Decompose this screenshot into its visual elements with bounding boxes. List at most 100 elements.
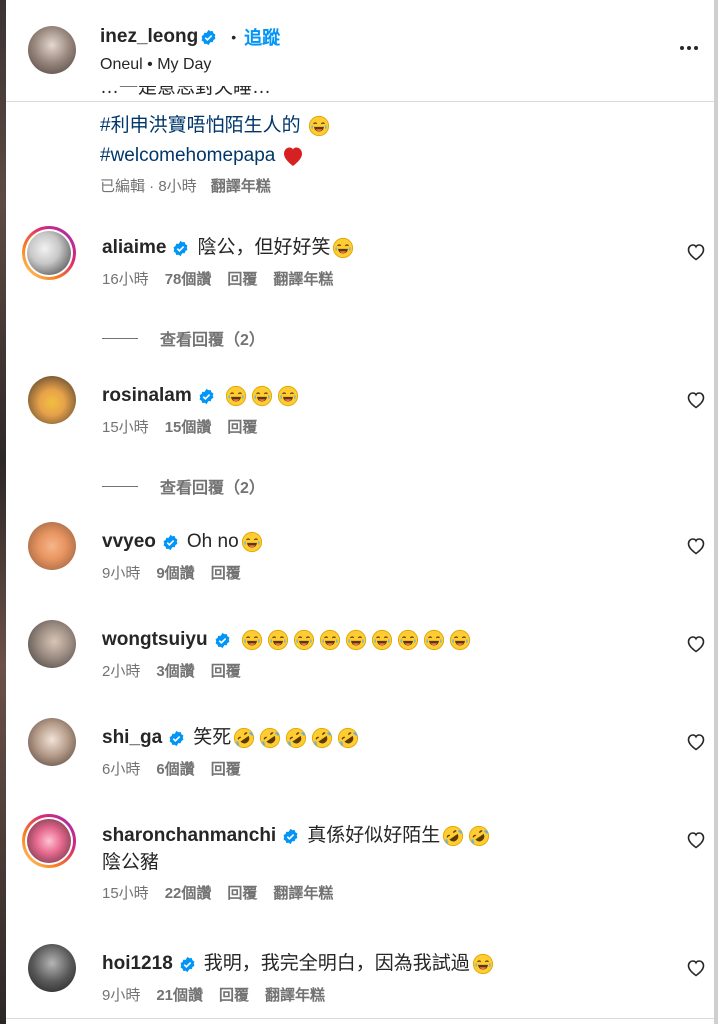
- comment-likes[interactable]: 78個讚: [165, 268, 212, 289]
- comment-meta: 2小時 3個讚 回覆: [102, 660, 662, 681]
- comment-meta: 16小時 78個讚 回覆 翻譯年糕: [102, 268, 662, 289]
- commenter-avatar[interactable]: [22, 226, 76, 280]
- rolling-laughing-emoji-icon: [286, 727, 307, 749]
- tears-of-joy-emoji-icon: [423, 629, 444, 651]
- rolling-laughing-emoji-icon: [469, 825, 490, 847]
- comment-text: 我明，我完全明白，因為我試過: [203, 953, 470, 974]
- verified-icon: [174, 240, 188, 256]
- tears-of-joy-emoji-icon: [267, 629, 288, 651]
- reply-button[interactable]: 回覆: [211, 660, 241, 681]
- comment-likes[interactable]: 21個讚: [156, 984, 203, 1005]
- post-author-avatar[interactable]: [28, 26, 76, 74]
- comment-time[interactable]: 9小時: [102, 984, 140, 1005]
- comment-likes[interactable]: 22個讚: [165, 882, 212, 903]
- translate-link[interactable]: 翻譯年糕: [273, 268, 333, 289]
- like-heart-icon[interactable]: [686, 830, 706, 850]
- verified-icon: [180, 956, 195, 972]
- tears-of-joy-emoji-icon: [251, 385, 272, 407]
- commenter-avatar[interactable]: [28, 944, 76, 992]
- like-heart-icon[interactable]: [686, 536, 706, 556]
- reply-button[interactable]: 回覆: [227, 882, 257, 903]
- commenter-avatar[interactable]: [28, 620, 76, 668]
- scrollbar-track[interactable]: [714, 0, 718, 1024]
- verified-icon: [199, 388, 214, 404]
- caption-hashtag-2[interactable]: #welcomehomepapa: [100, 141, 660, 171]
- like-heart-icon[interactable]: [686, 634, 706, 654]
- comment-text: 笑死: [193, 727, 232, 748]
- comment-likes[interactable]: 15個讚: [165, 416, 212, 437]
- comment-username[interactable]: wongtsuiyu: [102, 626, 208, 654]
- comment-meta: 9小時 9個讚 回覆: [102, 562, 662, 583]
- comment-time[interactable]: 15小時: [102, 416, 149, 437]
- tears-of-joy-emoji-icon: [449, 629, 470, 651]
- tears-of-joy-emoji-icon: [241, 629, 262, 651]
- verified-icon: [169, 730, 184, 746]
- comment-likes[interactable]: 3個讚: [156, 660, 194, 681]
- comment-time[interactable]: 6小時: [102, 758, 140, 779]
- reply-button[interactable]: 回覆: [227, 416, 257, 437]
- comment-username[interactable]: shi_ga: [102, 724, 162, 752]
- verified-icon: [283, 828, 298, 844]
- reply-button[interactable]: 回覆: [219, 984, 249, 1005]
- caption-hashtag-1[interactable]: #利申洪寶唔怕陌生人的: [100, 111, 660, 141]
- comment-time[interactable]: 2小時: [102, 660, 140, 681]
- comment-time[interactable]: 16小時: [102, 268, 149, 289]
- view-replies-button[interactable]: 查看回覆（2）: [102, 326, 265, 350]
- separator-dot: •: [231, 29, 237, 45]
- view-replies-button[interactable]: 查看回覆（2）: [102, 474, 265, 498]
- comment-username[interactable]: aliaime: [102, 234, 166, 262]
- commenter-avatar[interactable]: [22, 814, 76, 868]
- comment-username[interactable]: sharonchanmanchi: [102, 822, 276, 850]
- like-heart-icon[interactable]: [686, 732, 706, 752]
- commenter-avatar[interactable]: [28, 522, 76, 570]
- comment-text: 真係好似好陌生: [307, 825, 441, 846]
- comment-text-line2: 陰公豬: [102, 852, 160, 873]
- tears-of-joy-emoji-icon: [241, 531, 262, 553]
- translate-link[interactable]: 翻譯年糕: [273, 882, 333, 903]
- tears-of-joy-emoji-icon: [345, 629, 366, 651]
- rolling-laughing-emoji-icon: [260, 727, 281, 749]
- comment-time[interactable]: 15小時: [102, 882, 149, 903]
- caption: #利申洪寶唔怕陌生人的 #welcomehomepapa 已編輯 · 8小時 翻…: [100, 103, 660, 196]
- post-author-username[interactable]: inez_leong: [100, 26, 198, 48]
- comment-username[interactable]: hoi1218: [102, 950, 173, 978]
- header-name-row: inez_leong • 追蹤: [100, 24, 280, 50]
- reply-button[interactable]: 回覆: [227, 268, 257, 289]
- follow-button[interactable]: 追蹤: [244, 24, 280, 50]
- verified-icon: [201, 29, 216, 45]
- replies-divider: [102, 485, 138, 487]
- caption-cut-line: …一是意思對天睡…: [100, 86, 272, 98]
- comment-text: 陰公，但好好笑: [197, 237, 331, 258]
- rolling-laughing-emoji-icon: [338, 727, 359, 749]
- commenter-avatar[interactable]: [28, 718, 76, 766]
- commenter-avatar[interactable]: [28, 376, 76, 424]
- view-replies-label: 查看回覆（2）: [160, 332, 265, 349]
- comment-meta: 6小時 6個讚 回覆: [102, 758, 662, 779]
- comment-meta: 15小時 15個讚 回覆: [102, 416, 662, 437]
- caption-meta: 已編輯 · 8小時 翻譯年糕: [100, 175, 660, 196]
- caption-edited-time: 已編輯 · 8小時: [100, 178, 197, 195]
- reply-button[interactable]: 回覆: [211, 758, 241, 779]
- like-heart-icon[interactable]: [686, 390, 706, 410]
- caption-translate-link[interactable]: 翻譯年糕: [211, 175, 271, 196]
- tears-of-joy-emoji-icon: [333, 237, 354, 259]
- tears-of-joy-emoji-icon: [397, 629, 418, 651]
- red-heart-icon: [283, 147, 302, 166]
- comment-username[interactable]: vvyeo: [102, 528, 156, 556]
- comment-time[interactable]: 9小時: [102, 562, 140, 583]
- tears-of-joy-emoji-icon: [277, 385, 298, 407]
- comment-likes[interactable]: 6個讚: [156, 758, 194, 779]
- tears-of-joy-emoji-icon: [293, 629, 314, 651]
- tears-of-joy-emoji-icon: [319, 629, 340, 651]
- reply-button[interactable]: 回覆: [211, 562, 241, 583]
- background-edge: [0, 0, 6, 1024]
- like-heart-icon[interactable]: [686, 958, 706, 978]
- more-options-icon[interactable]: [674, 38, 704, 58]
- like-heart-icon[interactable]: [686, 242, 706, 262]
- bottom-divider: [6, 1018, 714, 1024]
- comment-username[interactable]: rosinalam: [102, 382, 192, 410]
- comment-likes[interactable]: 9個讚: [156, 562, 194, 583]
- translate-link[interactable]: 翻譯年糕: [265, 984, 325, 1005]
- post-audio-subtitle[interactable]: Oneul • My Day: [100, 56, 211, 74]
- verified-icon: [163, 534, 178, 550]
